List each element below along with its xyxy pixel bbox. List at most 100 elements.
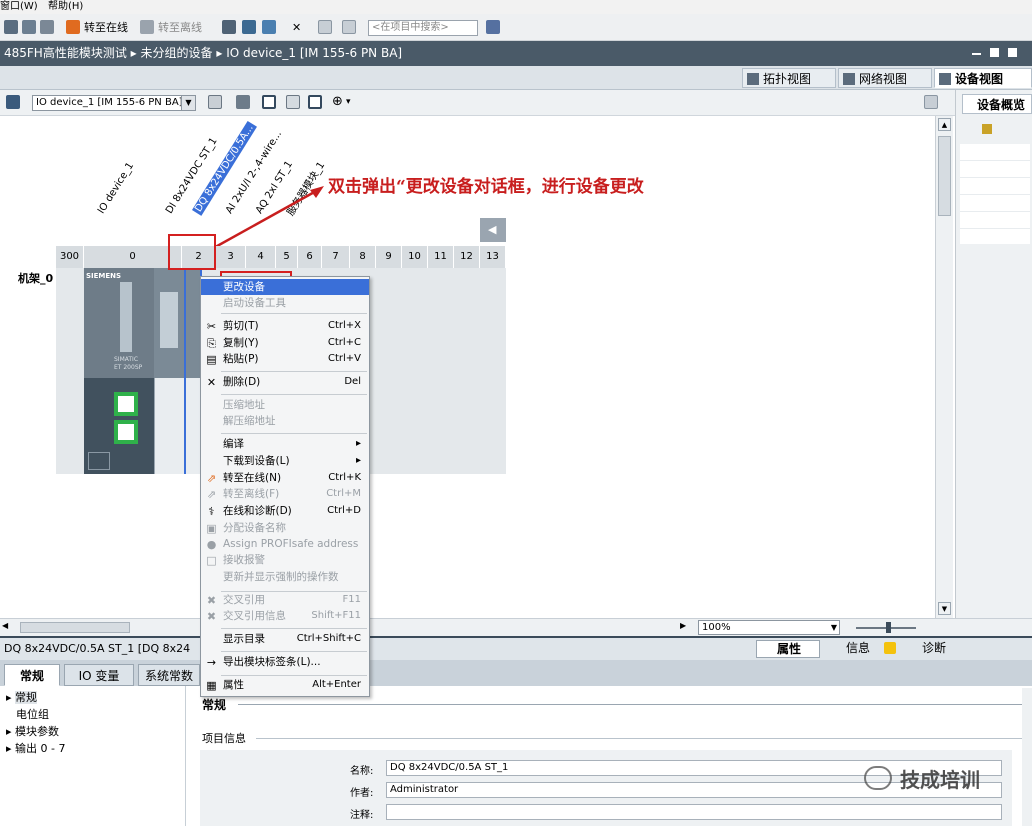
menu-item[interactable]: → 导出模块标签条(L)...	[201, 654, 369, 670]
tab-system-constants[interactable]: 系统常数	[138, 664, 200, 686]
slot-header[interactable]: 300	[56, 246, 84, 268]
minimize-icon[interactable]	[972, 53, 981, 55]
menu-help[interactable]: 帮助(H)	[48, 0, 83, 14]
menu-item[interactable]: ⎘ 复制(Y) Ctrl+C	[201, 335, 369, 351]
breadcrumb-group[interactable]: 未分组的设备	[141, 46, 213, 60]
tree-item-general[interactable]: ▸ 常规	[6, 689, 38, 705]
accessible-devices-icon[interactable]	[222, 20, 236, 34]
table-icon[interactable]	[308, 95, 322, 109]
grid-icon[interactable]	[286, 95, 300, 109]
go-offline-icon[interactable]	[140, 20, 154, 34]
zoom-slider-thumb[interactable]	[886, 622, 891, 633]
tree-item-output[interactable]: ▸ 输出 0 - 7	[6, 740, 66, 756]
properties-icon[interactable]	[208, 95, 222, 109]
zoom-menu-icon[interactable]: ▾	[346, 94, 351, 111]
menu-item[interactable]: 显示目录 Ctrl+Shift+C	[201, 631, 369, 647]
slot-header[interactable]: 9	[376, 246, 402, 268]
slot-header[interactable]: 5	[276, 246, 298, 268]
properties-scrollbar[interactable]	[1022, 688, 1032, 826]
device-select[interactable]: IO device_1 [IM 155-6 PN BA] ▼	[32, 95, 196, 111]
menu-item[interactable]: ● Assign PROFIsafe address	[201, 536, 369, 552]
menu-item[interactable]: ✕ 删除(D) Del	[201, 374, 369, 390]
menu-item[interactable]: ▣ 分配设备名称	[201, 520, 369, 536]
slot-header[interactable]: 11	[428, 246, 454, 268]
close-icon[interactable]: ✕	[292, 19, 301, 36]
menu-item[interactable]: ⚕ 在线和诊断(D) Ctrl+D	[201, 503, 369, 519]
tab-device-view[interactable]: 设备视图	[934, 68, 1032, 88]
breadcrumb-project[interactable]: 485FH高性能模块测试	[4, 46, 127, 60]
vertical-scrollbar[interactable]: ▲ ▼	[935, 116, 953, 618]
menu-item[interactable]: □ 接收报警	[201, 552, 369, 568]
menu-item[interactable]: ✖ 交叉引用 F11	[201, 592, 369, 608]
menu-item-label: 更改设备	[223, 281, 265, 293]
zoom-icon[interactable]: ⊕	[332, 93, 343, 110]
horizontal-scroll-thumb[interactable]	[20, 622, 130, 633]
slot-header[interactable]: 10	[402, 246, 428, 268]
split-horizontal-icon[interactable]	[318, 20, 332, 34]
maximize-icon[interactable]	[1008, 48, 1017, 57]
menu-item[interactable]: 更新并显示强制的操作数	[201, 569, 369, 585]
breadcrumb-device[interactable]: IO device_1 [IM 155-6 PN BA]	[226, 46, 402, 60]
zoom-select[interactable]: 100% ▼	[698, 620, 840, 635]
scroll-down-icon[interactable]: ▼	[938, 602, 951, 615]
menu-item[interactable]: 解压缩地址	[201, 413, 369, 429]
menu-item[interactable]: ✖ 交叉引用信息 Shift+F11	[201, 608, 369, 624]
tree-item-module-params[interactable]: ▸ 模块参数	[6, 723, 59, 739]
collapse-panel-button[interactable]: ◀	[480, 218, 506, 242]
go-online-button[interactable]: 转至在线	[84, 19, 128, 36]
slot-header[interactable]: 4	[246, 246, 276, 268]
start-simulation-icon[interactable]	[242, 20, 256, 34]
slot-header[interactable]: 3	[216, 246, 246, 268]
slot-header[interactable]: 7	[322, 246, 350, 268]
menu-item[interactable]: 压缩地址	[201, 397, 369, 413]
tree-item-potential-group[interactable]: 电位组	[16, 706, 49, 722]
restore-icon[interactable]	[990, 48, 999, 57]
menu-item[interactable]: 下载到设备(L) ▸	[201, 453, 369, 469]
search-go-icon[interactable]	[486, 20, 500, 34]
slot-header[interactable]: 12	[454, 246, 480, 268]
go-online-icon[interactable]	[66, 20, 80, 34]
scroll-right-icon[interactable]: ▶	[680, 621, 692, 633]
split-vertical-icon[interactable]	[342, 20, 356, 34]
tab-general[interactable]: 常规	[4, 664, 60, 686]
menu-item[interactable]: ▦ 属性 Alt+Enter	[201, 677, 369, 693]
menu-item-icon: ✕	[206, 376, 217, 389]
menu-separator	[221, 371, 367, 372]
menu-item[interactable]: ▤ 粘贴(P) Ctrl+V	[201, 351, 369, 367]
device-overview-tab[interactable]: 设备概览	[962, 94, 1032, 114]
menu-window[interactable]: 窗口(W)	[0, 0, 38, 14]
di-module[interactable]	[154, 268, 184, 474]
device-tree-icon[interactable]	[6, 95, 20, 109]
head-module[interactable]: SIEMENS SIMATIC ET 200SP	[84, 268, 154, 474]
menu-item[interactable]: ⇗ 转至离线(F) Ctrl+M	[201, 486, 369, 502]
search-input[interactable]: <在项目中搜索>	[368, 20, 478, 36]
slot-header[interactable]: 13	[480, 246, 506, 268]
menu-item[interactable]: 更改设备	[201, 279, 369, 295]
new-project-icon[interactable]	[4, 20, 18, 34]
slot-header[interactable]: 6	[298, 246, 322, 268]
filter-icon[interactable]	[982, 124, 992, 134]
save-icon[interactable]	[22, 20, 36, 34]
menu-item[interactable]: 启动设备工具	[201, 295, 369, 311]
slot-header[interactable]: 8	[350, 246, 376, 268]
scroll-left-icon[interactable]: ◀	[2, 621, 14, 633]
tab-network-view[interactable]: 网络视图	[838, 68, 932, 88]
tab-properties[interactable]: 属性	[756, 640, 820, 658]
tab-topology-view[interactable]: 拓扑视图	[742, 68, 836, 88]
comment-field[interactable]	[386, 804, 1002, 820]
print-icon[interactable]	[40, 20, 54, 34]
menu-item[interactable]: ⇗ 转至在线(N) Ctrl+K	[201, 470, 369, 486]
menu-item-icon: ✖	[206, 610, 217, 623]
tab-io-tags[interactable]: IO 变量	[64, 664, 134, 686]
go-offline-button[interactable]: 转至离线	[158, 19, 202, 36]
compare-icon[interactable]	[262, 20, 276, 34]
chevron-down-icon[interactable]: ▼	[181, 96, 195, 110]
tab-diagnostics[interactable]: 诊断	[904, 640, 974, 658]
pen-icon[interactable]	[262, 95, 276, 109]
assign-name-icon[interactable]	[236, 95, 250, 109]
scroll-up-icon[interactable]: ▲	[938, 118, 951, 131]
layout-icon[interactable]	[924, 95, 938, 109]
menu-item[interactable]: 编译 ▸	[201, 436, 369, 452]
scroll-thumb[interactable]	[938, 136, 951, 216]
menu-item[interactable]: ✂ 剪切(T) Ctrl+X	[201, 318, 369, 334]
